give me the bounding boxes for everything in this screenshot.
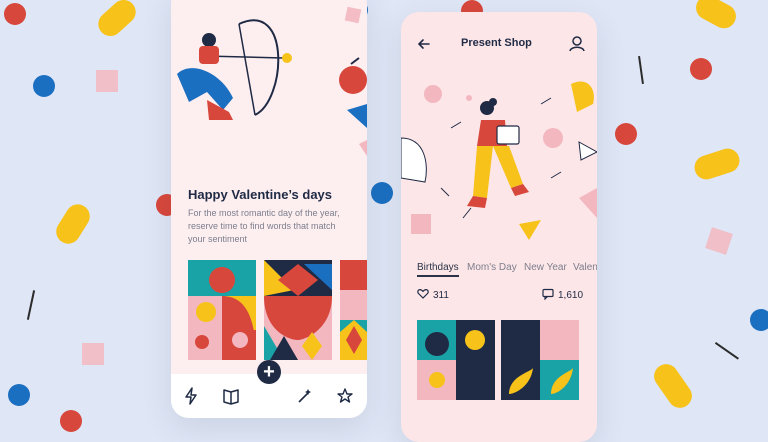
- back-button[interactable]: [415, 34, 435, 54]
- card-thumbnail[interactable]: [501, 320, 579, 400]
- decorative-line: [714, 342, 739, 360]
- decorative-dot: [750, 309, 768, 331]
- star-icon[interactable]: [335, 386, 355, 406]
- likes-count: 311: [433, 290, 449, 301]
- decorative-pill: [93, 0, 141, 41]
- comments-stat[interactable]: 1,610: [542, 288, 583, 303]
- tab-new-year[interactable]: New Year: [524, 262, 567, 273]
- decorative-pill: [691, 145, 743, 183]
- user-icon: [569, 36, 585, 52]
- cupid-illustration: [171, 0, 367, 170]
- decorative-dot: [615, 123, 637, 145]
- header-title: Present Shop: [461, 37, 532, 49]
- comments-count: 1,610: [558, 290, 584, 301]
- right-phone: Present Shop Birthdays Mom's Day New Yea…: [401, 12, 597, 442]
- decorative-square: [96, 70, 118, 92]
- gift-illustration: [401, 68, 597, 248]
- description-line: your sentiment: [188, 234, 248, 244]
- decorative-dot: [371, 182, 393, 204]
- profile-button[interactable]: [567, 34, 587, 54]
- magic-wand-icon[interactable]: [295, 386, 315, 406]
- bottom-navigation: +: [171, 360, 367, 418]
- decorative-dot: [33, 75, 55, 97]
- tab-birthdays[interactable]: Birthdays: [417, 262, 459, 277]
- heart-icon: [417, 288, 429, 303]
- add-button[interactable]: +: [257, 360, 281, 384]
- decorative-dot: [690, 58, 712, 80]
- decorative-line: [26, 290, 35, 320]
- decorative-dot: [60, 410, 82, 432]
- lightning-icon[interactable]: [181, 386, 201, 406]
- comment-icon: [542, 288, 554, 303]
- tab-moms-day[interactable]: Mom's Day: [467, 262, 517, 273]
- likes-stat[interactable]: 311: [417, 288, 449, 303]
- decorative-line: [638, 56, 644, 84]
- decorative-square: [82, 343, 104, 365]
- decorative-dot: [4, 3, 26, 25]
- arrow-left-icon: [417, 39, 430, 49]
- card-thumbnail[interactable]: [188, 260, 256, 360]
- description-line: For the most romantic day of the year,: [188, 208, 340, 218]
- decorative-dot: [8, 384, 30, 406]
- decorative-pill: [691, 0, 741, 33]
- left-phone: Happy Valentine’s days For the most roma…: [171, 0, 367, 418]
- card-thumbnail[interactable]: [417, 320, 495, 400]
- tab-valentines[interactable]: Valen: [573, 262, 597, 273]
- card-thumbnail[interactable]: [340, 260, 367, 360]
- card-thumbnail[interactable]: [264, 260, 332, 360]
- description: For the most romantic day of the year, r…: [188, 207, 358, 246]
- description-line: reserve time to find words that match: [188, 221, 336, 231]
- decorative-pill: [649, 359, 697, 413]
- decorative-square: [705, 227, 733, 255]
- page-title: Happy Valentine’s days: [188, 187, 333, 202]
- book-icon[interactable]: [221, 386, 241, 406]
- add-button-label: +: [263, 360, 275, 383]
- decorative-pill: [51, 199, 95, 249]
